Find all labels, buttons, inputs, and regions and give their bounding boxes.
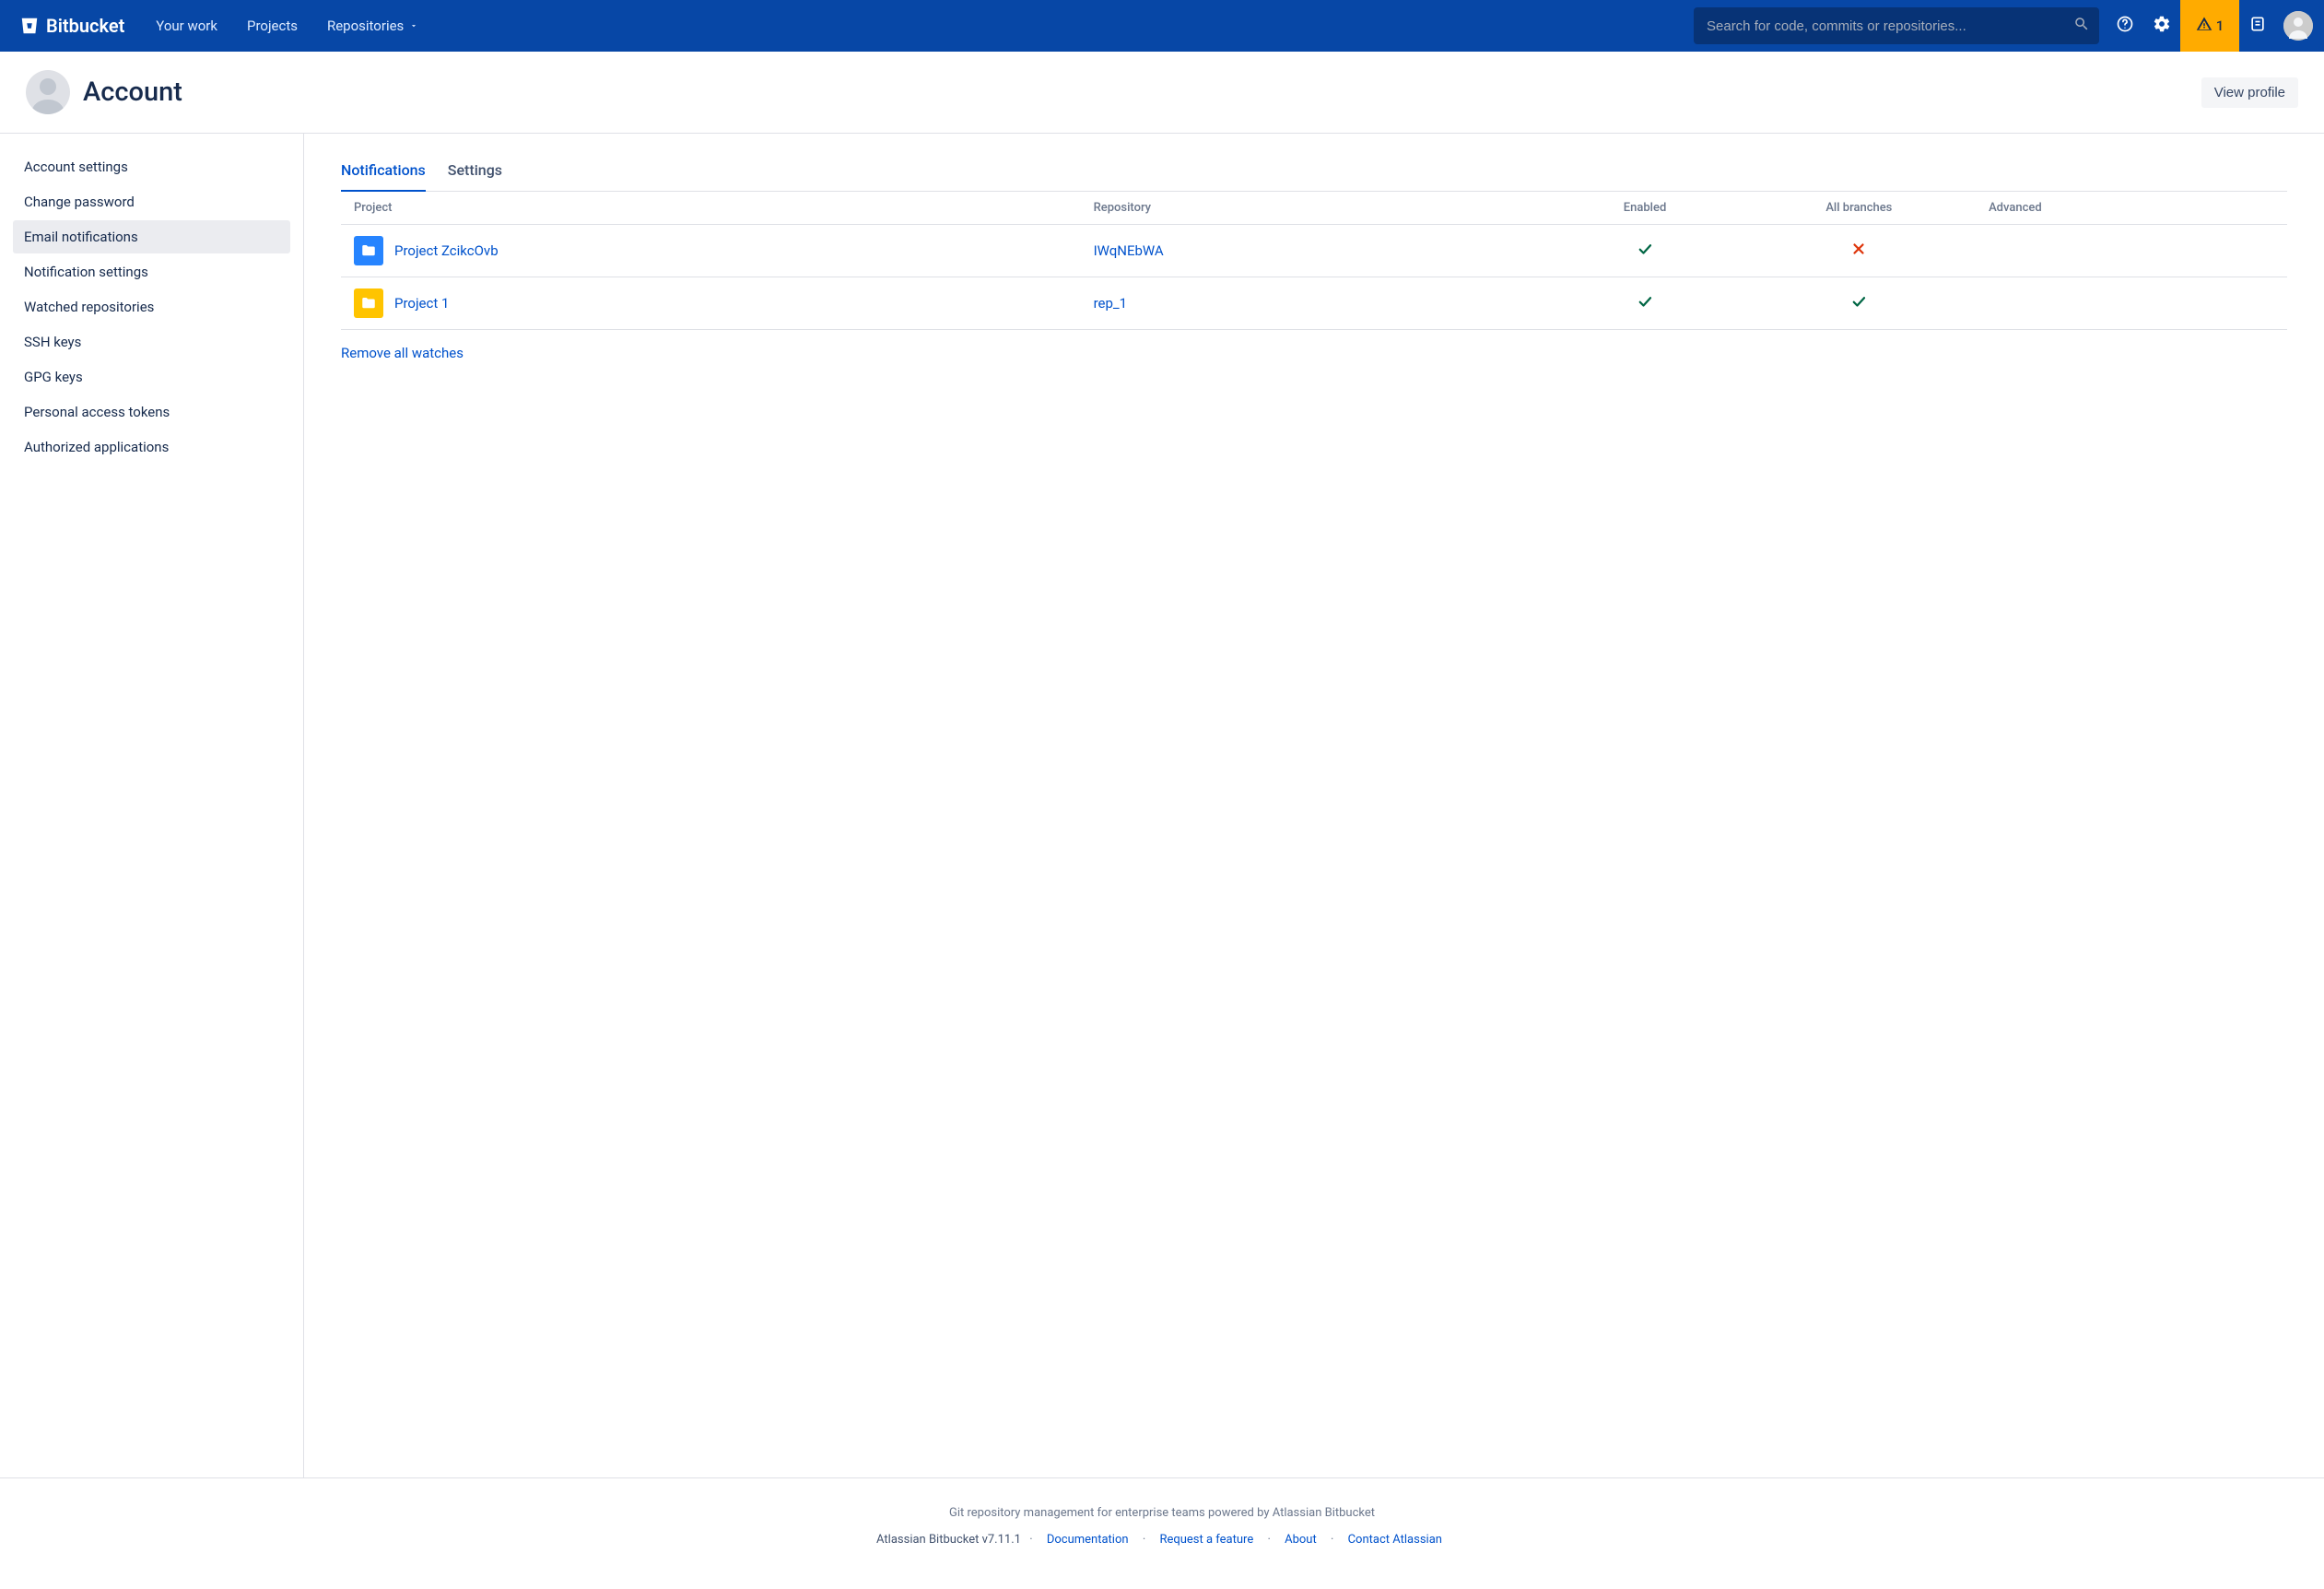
search-input[interactable] bbox=[1707, 18, 2073, 34]
cross-icon bbox=[1850, 244, 1867, 261]
page-title: Account bbox=[83, 77, 182, 108]
top-nav-left: Bitbucket Your work Projects Repositorie… bbox=[11, 7, 431, 44]
sidebar-item-account-settings[interactable]: Account settings bbox=[13, 150, 290, 183]
nav-your-work-label: Your work bbox=[156, 18, 217, 34]
footer-tagline: Git repository management for enterprise… bbox=[18, 1506, 2306, 1520]
check-icon bbox=[1637, 297, 1653, 313]
tab-settings[interactable]: Settings bbox=[448, 156, 502, 192]
footer-documentation-link[interactable]: Documentation bbox=[1047, 1533, 1129, 1547]
sidebar-item-watched-repositories[interactable]: Watched repositories bbox=[13, 290, 290, 324]
sidebar-item-change-password[interactable]: Change password bbox=[13, 185, 290, 218]
account-avatar bbox=[26, 70, 70, 114]
sidebar-item-authorized-applications[interactable]: Authorized applications bbox=[13, 430, 290, 464]
search-icon bbox=[2073, 16, 2090, 36]
col-enabled: Enabled bbox=[1547, 192, 1742, 225]
repository-link[interactable]: IWqNEbWA bbox=[1094, 242, 1164, 259]
advanced-cell bbox=[1976, 277, 2287, 330]
sidebar-item-notification-settings[interactable]: Notification settings bbox=[13, 255, 290, 288]
project-link[interactable]: Project 1 bbox=[394, 295, 449, 312]
col-all-branches: All branches bbox=[1743, 192, 1976, 225]
watches-table: Project Repository Enabled All branches … bbox=[341, 192, 2287, 330]
col-project: Project bbox=[341, 192, 1081, 225]
nav-projects-label: Projects bbox=[247, 18, 298, 34]
footer-request-feature-link[interactable]: Request a feature bbox=[1159, 1533, 1253, 1547]
brand-text: Bitbucket bbox=[46, 15, 124, 37]
advanced-cell bbox=[1976, 225, 2287, 277]
nav-repositories[interactable]: Repositories bbox=[314, 10, 431, 41]
help-icon bbox=[2116, 15, 2134, 37]
project-link[interactable]: Project ZcikcOvb bbox=[394, 242, 499, 259]
footer-links: Atlassian Bitbucket v7.11.1 · Documentat… bbox=[18, 1533, 2306, 1547]
alert-button[interactable]: 1 bbox=[2180, 0, 2239, 52]
page-header: Account View profile bbox=[0, 52, 2324, 134]
check-icon bbox=[1637, 244, 1653, 261]
settings-button[interactable] bbox=[2143, 7, 2180, 44]
sidebar: Account settingsChange passwordEmail not… bbox=[0, 134, 304, 1477]
folder-icon bbox=[354, 288, 383, 318]
sidebar-item-personal-access-tokens[interactable]: Personal access tokens bbox=[13, 395, 290, 429]
view-profile-button[interactable]: View profile bbox=[2201, 77, 2298, 108]
footer-contact-link[interactable]: Contact Atlassian bbox=[1348, 1533, 1442, 1547]
project-cell: Project 1 bbox=[354, 288, 1068, 318]
project-cell: Project ZcikcOvb bbox=[354, 236, 1068, 265]
remove-all-watches-link[interactable]: Remove all watches bbox=[341, 345, 464, 361]
tabs: Notifications Settings bbox=[341, 156, 2287, 192]
check-icon bbox=[1850, 297, 1867, 313]
bitbucket-logo-icon bbox=[18, 15, 41, 37]
tab-notifications[interactable]: Notifications bbox=[341, 156, 426, 192]
help-button[interactable] bbox=[2107, 7, 2143, 44]
nav-projects[interactable]: Projects bbox=[234, 10, 311, 41]
footer: Git repository management for enterprise… bbox=[0, 1477, 2324, 1583]
nav-repositories-label: Repositories bbox=[327, 18, 404, 34]
table-row: Project 1 rep_1 bbox=[341, 277, 2287, 330]
search-box[interactable] bbox=[1694, 7, 2099, 44]
user-avatar-button[interactable] bbox=[2283, 11, 2313, 41]
col-repository: Repository bbox=[1081, 192, 1548, 225]
warning-icon bbox=[2196, 16, 2212, 36]
gear-icon bbox=[2153, 15, 2171, 37]
body: Account settingsChange passwordEmail not… bbox=[0, 134, 2324, 1477]
table-row: Project ZcikcOvb IWqNEbWA bbox=[341, 225, 2287, 277]
repository-link[interactable]: rep_1 bbox=[1094, 295, 1128, 312]
brand[interactable]: Bitbucket bbox=[11, 7, 132, 44]
folder-icon bbox=[354, 236, 383, 265]
sidebar-item-email-notifications[interactable]: Email notifications bbox=[13, 220, 290, 253]
nav-your-work[interactable]: Your work bbox=[143, 10, 230, 41]
whats-new-button[interactable] bbox=[2239, 7, 2276, 44]
footer-about-link[interactable]: About bbox=[1285, 1533, 1317, 1547]
top-nav: Bitbucket Your work Projects Repositorie… bbox=[0, 0, 2324, 52]
main-content: Notifications Settings Project Repositor… bbox=[304, 134, 2324, 1477]
clipboard-icon bbox=[2248, 15, 2267, 37]
sidebar-item-gpg-keys[interactable]: GPG keys bbox=[13, 360, 290, 394]
footer-version: Atlassian Bitbucket v7.11.1 bbox=[876, 1533, 1021, 1547]
chevron-down-icon bbox=[409, 18, 418, 34]
alert-count: 1 bbox=[2216, 18, 2224, 34]
col-advanced: Advanced bbox=[1976, 192, 2287, 225]
sidebar-item-ssh-keys[interactable]: SSH keys bbox=[13, 325, 290, 359]
